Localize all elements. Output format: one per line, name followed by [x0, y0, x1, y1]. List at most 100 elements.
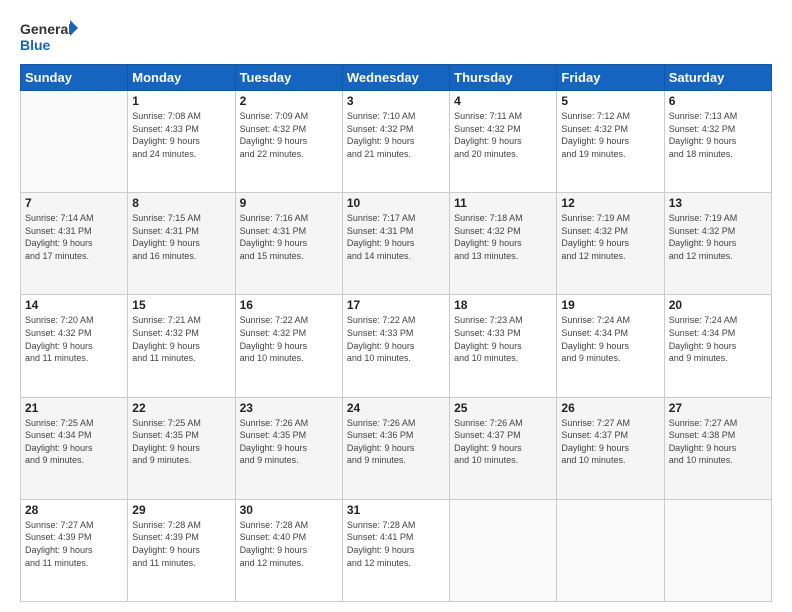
day-cell: 24 Sunrise: 7:26 AM Sunset: 4:36 PM Dayli…: [342, 397, 449, 499]
day-number: 3: [347, 94, 445, 108]
day-number: 12: [561, 196, 659, 210]
weekday-wednesday: Wednesday: [342, 65, 449, 91]
day-number: 31: [347, 503, 445, 517]
day-cell: 4 Sunrise: 7:11 AM Sunset: 4:32 PM Daylig…: [450, 91, 557, 193]
weekday-tuesday: Tuesday: [235, 65, 342, 91]
day-number: 18: [454, 298, 552, 312]
day-cell: [450, 499, 557, 601]
day-cell: 22 Sunrise: 7:25 AM Sunset: 4:35 PM Dayli…: [128, 397, 235, 499]
logo-icon: GeneralBlue: [20, 18, 80, 54]
week-row-2: 7 Sunrise: 7:14 AM Sunset: 4:31 PM Daylig…: [21, 193, 772, 295]
day-info: Sunrise: 7:24 AM Sunset: 4:34 PM Dayligh…: [669, 314, 767, 364]
weekday-saturday: Saturday: [664, 65, 771, 91]
day-cell: 7 Sunrise: 7:14 AM Sunset: 4:31 PM Daylig…: [21, 193, 128, 295]
weekday-friday: Friday: [557, 65, 664, 91]
day-info: Sunrise: 7:09 AM Sunset: 4:32 PM Dayligh…: [240, 110, 338, 160]
day-cell: 25Sunrise: 7:26 AM Sunset: 4:37 PM Dayli…: [450, 397, 557, 499]
day-number: 22: [132, 401, 230, 415]
day-info: Sunrise: 7:23 AM Sunset: 4:33 PM Dayligh…: [454, 314, 552, 364]
day-cell: 3 Sunrise: 7:10 AM Sunset: 4:32 PM Daylig…: [342, 91, 449, 193]
day-number: 11: [454, 196, 552, 210]
day-number: 28: [25, 503, 123, 517]
day-cell: [557, 499, 664, 601]
week-row-4: 21 Sunrise: 7:25 AM Sunset: 4:34 PM Dayli…: [21, 397, 772, 499]
day-number: 27: [669, 401, 767, 415]
day-cell: 31 Sunrise: 7:28 AM Sunset: 4:41 PM Dayli…: [342, 499, 449, 601]
day-info: Sunrise: 7:18 AM Sunset: 4:32 PM Dayligh…: [454, 212, 552, 262]
day-cell: 10 Sunrise: 7:17 AM Sunset: 4:31 PM Dayli…: [342, 193, 449, 295]
day-info: Sunrise: 7:22 AM Sunset: 4:33 PM Dayligh…: [347, 314, 445, 364]
day-cell: 1 Sunrise: 7:08 AM Sunset: 4:33 PM Daylig…: [128, 91, 235, 193]
day-number: 14: [25, 298, 123, 312]
day-info: Sunrise: 7:28 AM Sunset: 4:39 PM Dayligh…: [132, 519, 230, 569]
day-number: 20: [669, 298, 767, 312]
day-cell: 9 Sunrise: 7:16 AM Sunset: 4:31 PM Daylig…: [235, 193, 342, 295]
day-info: Sunrise: 7:10 AM Sunset: 4:32 PM Dayligh…: [347, 110, 445, 160]
day-number: 23: [240, 401, 338, 415]
day-cell: 19Sunrise: 7:24 AM Sunset: 4:34 PM Dayli…: [557, 295, 664, 397]
day-cell: [21, 91, 128, 193]
day-number: 26: [561, 401, 659, 415]
day-cell: 23 Sunrise: 7:26 AM Sunset: 4:35 PM Dayli…: [235, 397, 342, 499]
day-cell: 30Sunrise: 7:28 AM Sunset: 4:40 PM Dayli…: [235, 499, 342, 601]
day-cell: 17Sunrise: 7:22 AM Sunset: 4:33 PM Dayli…: [342, 295, 449, 397]
day-cell: 28 Sunrise: 7:27 AM Sunset: 4:39 PM Dayli…: [21, 499, 128, 601]
day-number: 10: [347, 196, 445, 210]
day-info: Sunrise: 7:08 AM Sunset: 4:33 PM Dayligh…: [132, 110, 230, 160]
day-number: 24: [347, 401, 445, 415]
day-cell: 21 Sunrise: 7:25 AM Sunset: 4:34 PM Dayli…: [21, 397, 128, 499]
day-info: Sunrise: 7:19 AM Sunset: 4:32 PM Dayligh…: [669, 212, 767, 262]
day-cell: 2 Sunrise: 7:09 AM Sunset: 4:32 PM Daylig…: [235, 91, 342, 193]
day-number: 7: [25, 196, 123, 210]
day-cell: 26Sunrise: 7:27 AM Sunset: 4:37 PM Dayli…: [557, 397, 664, 499]
weekday-sunday: Sunday: [21, 65, 128, 91]
day-number: 29: [132, 503, 230, 517]
day-number: 1: [132, 94, 230, 108]
day-info: Sunrise: 7:15 AM Sunset: 4:31 PM Dayligh…: [132, 212, 230, 262]
day-info: Sunrise: 7:26 AM Sunset: 4:35 PM Dayligh…: [240, 417, 338, 467]
day-info: Sunrise: 7:26 AM Sunset: 4:36 PM Dayligh…: [347, 417, 445, 467]
weekday-monday: Monday: [128, 65, 235, 91]
day-number: 16: [240, 298, 338, 312]
day-info: Sunrise: 7:24 AM Sunset: 4:34 PM Dayligh…: [561, 314, 659, 364]
day-number: 4: [454, 94, 552, 108]
day-cell: 16 Sunrise: 7:22 AM Sunset: 4:32 PM Dayli…: [235, 295, 342, 397]
day-cell: 29 Sunrise: 7:28 AM Sunset: 4:39 PM Dayli…: [128, 499, 235, 601]
day-cell: 14Sunrise: 7:20 AM Sunset: 4:32 PM Dayli…: [21, 295, 128, 397]
day-cell: 6 Sunrise: 7:13 AM Sunset: 4:32 PM Daylig…: [664, 91, 771, 193]
day-cell: 13 Sunrise: 7:19 AM Sunset: 4:32 PM Dayli…: [664, 193, 771, 295]
day-info: Sunrise: 7:22 AM Sunset: 4:32 PM Dayligh…: [240, 314, 338, 364]
calendar-table: SundayMondayTuesdayWednesdayThursdayFrid…: [20, 64, 772, 602]
day-cell: 18 Sunrise: 7:23 AM Sunset: 4:33 PM Dayli…: [450, 295, 557, 397]
day-number: 13: [669, 196, 767, 210]
week-row-1: 1 Sunrise: 7:08 AM Sunset: 4:33 PM Daylig…: [21, 91, 772, 193]
day-cell: [664, 499, 771, 601]
day-info: Sunrise: 7:13 AM Sunset: 4:32 PM Dayligh…: [669, 110, 767, 160]
day-number: 15: [132, 298, 230, 312]
day-info: Sunrise: 7:17 AM Sunset: 4:31 PM Dayligh…: [347, 212, 445, 262]
day-info: Sunrise: 7:28 AM Sunset: 4:41 PM Dayligh…: [347, 519, 445, 569]
day-info: Sunrise: 7:19 AM Sunset: 4:32 PM Dayligh…: [561, 212, 659, 262]
day-info: Sunrise: 7:25 AM Sunset: 4:34 PM Dayligh…: [25, 417, 123, 467]
weekday-header-row: SundayMondayTuesdayWednesdayThursdayFrid…: [21, 65, 772, 91]
day-info: Sunrise: 7:26 AM Sunset: 4:37 PM Dayligh…: [454, 417, 552, 467]
day-number: 30: [240, 503, 338, 517]
day-number: 21: [25, 401, 123, 415]
logo: GeneralBlue: [20, 18, 80, 54]
day-info: Sunrise: 7:27 AM Sunset: 4:39 PM Dayligh…: [25, 519, 123, 569]
svg-text:Blue: Blue: [20, 37, 51, 53]
day-number: 6: [669, 94, 767, 108]
day-number: 5: [561, 94, 659, 108]
day-cell: 15Sunrise: 7:21 AM Sunset: 4:32 PM Dayli…: [128, 295, 235, 397]
day-number: 9: [240, 196, 338, 210]
day-info: Sunrise: 7:11 AM Sunset: 4:32 PM Dayligh…: [454, 110, 552, 160]
day-info: Sunrise: 7:16 AM Sunset: 4:31 PM Dayligh…: [240, 212, 338, 262]
day-info: Sunrise: 7:12 AM Sunset: 4:32 PM Dayligh…: [561, 110, 659, 160]
svg-text:General: General: [20, 21, 72, 37]
day-info: Sunrise: 7:25 AM Sunset: 4:35 PM Dayligh…: [132, 417, 230, 467]
day-cell: 12 Sunrise: 7:19 AM Sunset: 4:32 PM Dayli…: [557, 193, 664, 295]
header: GeneralBlue: [20, 18, 772, 54]
day-info: Sunrise: 7:14 AM Sunset: 4:31 PM Dayligh…: [25, 212, 123, 262]
day-number: 2: [240, 94, 338, 108]
day-number: 8: [132, 196, 230, 210]
